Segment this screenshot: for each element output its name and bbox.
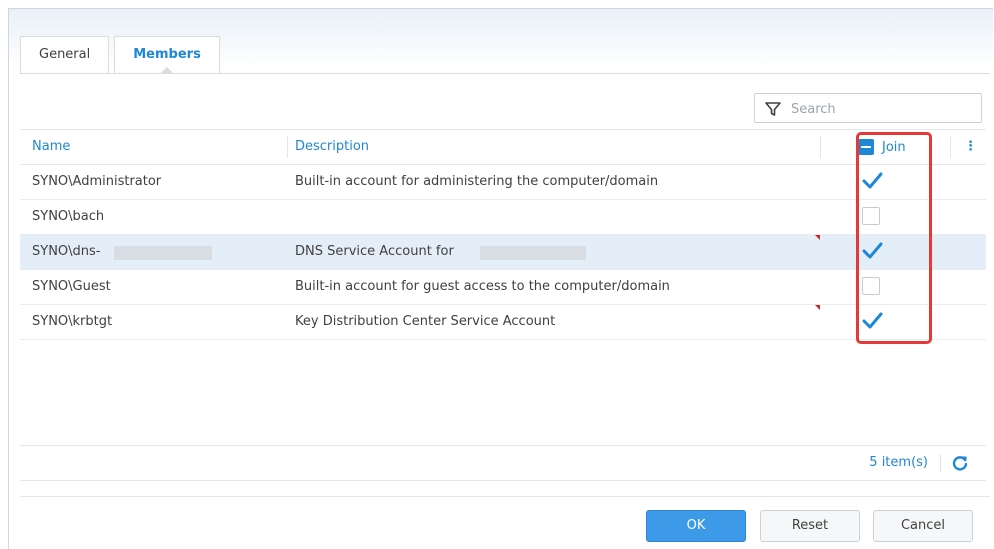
join-checkbox[interactable] [862,242,883,260]
edited-marker [815,235,820,240]
member-name: SYNO\bach [32,209,105,224]
join-checkbox[interactable] [862,277,880,295]
member-name: SYNO\Guest [32,279,111,294]
ok-button[interactable]: OK [646,510,746,542]
tab-general[interactable]: General [20,36,110,73]
table-row[interactable]: SYNO\krbtgt Key Distribution Center Serv… [20,305,986,340]
column-header-name[interactable]: Name [32,130,70,164]
member-name: SYNO\Administrator [32,174,162,189]
member-description: Key Distribution Center Service Account [295,314,556,329]
table-row[interactable]: SYNO\bach [20,200,986,235]
refresh-icon[interactable] [952,455,968,471]
filter-icon [765,102,781,116]
column-header-join[interactable]: Join [858,130,906,164]
member-name: SYNO\krbtgt [32,314,113,329]
column-divider[interactable] [287,136,288,158]
tab-bar: General Members [20,36,225,74]
join-checkbox[interactable] [862,172,883,190]
column-divider[interactable] [820,136,821,158]
table-row[interactable]: SYNO\Guest Built-in account for guest ac… [20,270,986,305]
table-row[interactable]: SYNO\Administrator Built-in account for … [20,165,986,200]
join-checkbox[interactable] [862,312,883,330]
column-header-description[interactable]: Description [295,130,369,164]
member-description: Built-in account for administering the c… [295,174,659,189]
table-row[interactable]: SYNO\dns- DNS Service Account for [20,235,986,270]
tab-divider [20,73,990,74]
column-menu-icon[interactable]: ⋮ [964,139,977,155]
grid-header: Name Description Join ⋮ [20,129,986,165]
item-count: 5 item(s) [869,455,928,470]
search-input[interactable] [789,98,973,120]
join-checkbox[interactable] [862,207,880,225]
check-icon [862,172,883,189]
check-icon [862,312,883,329]
member-description: Built-in account for guest access to the… [295,279,670,294]
tab-members[interactable]: Members [114,36,220,74]
cancel-button[interactable]: Cancel [873,510,973,542]
members-grid: Name Description Join ⋮ SYNO\Administrat… [20,129,986,340]
redacted-block [480,246,586,260]
check-icon [862,242,883,259]
edited-marker [815,305,820,310]
search-box[interactable] [754,93,982,123]
grid-footer: 5 item(s) [20,445,986,481]
footer-divider-line [20,496,990,497]
select-all-checkbox[interactable] [858,139,874,155]
column-divider[interactable] [950,136,951,158]
reset-button[interactable]: Reset [760,510,860,542]
join-header-label: Join [882,139,906,155]
member-description: DNS Service Account for [295,244,454,259]
footer-divider [940,454,941,472]
redacted-block [114,246,212,260]
member-name: SYNO\dns- [32,244,101,259]
